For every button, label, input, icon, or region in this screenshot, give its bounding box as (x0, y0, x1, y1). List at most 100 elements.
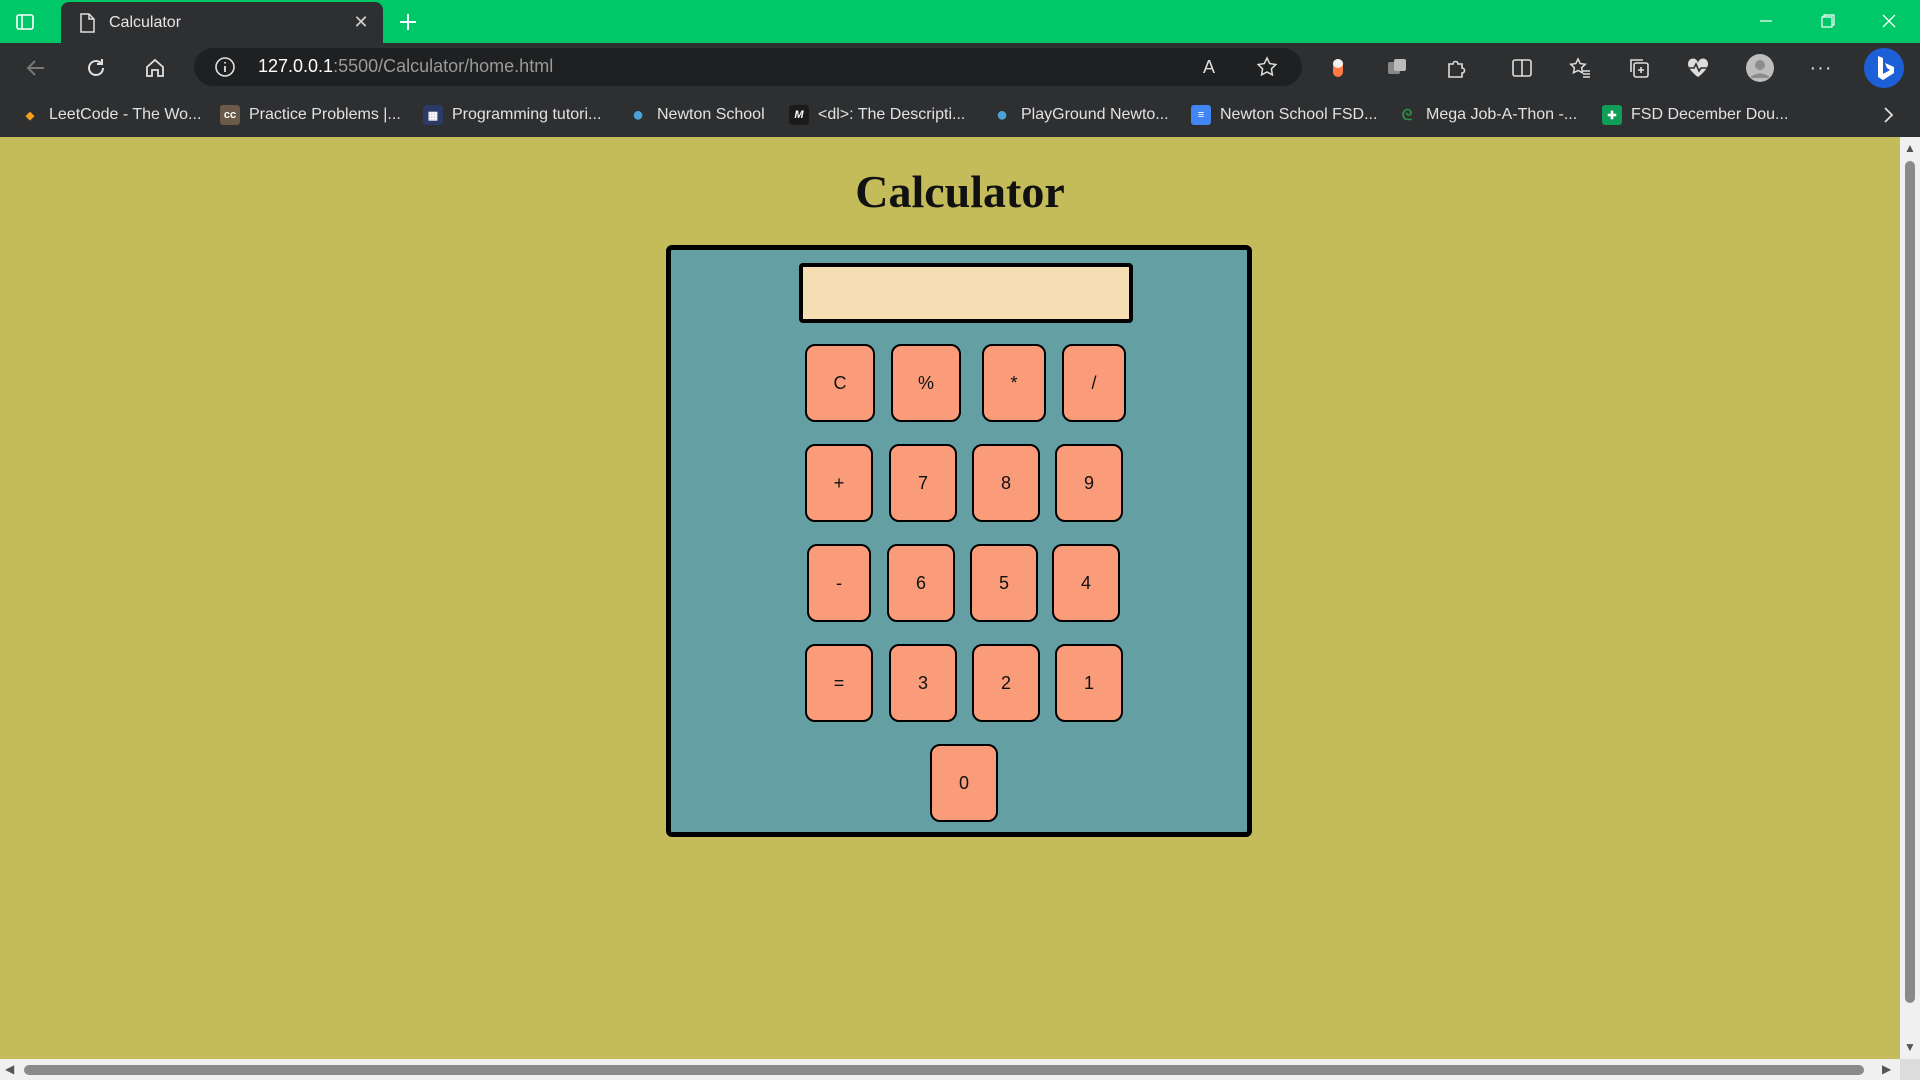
bookmark-mdn[interactable]: M <dl>: The Descripti... (789, 103, 965, 127)
bookmark-label: Mega Job-A-Thon -... (1426, 106, 1578, 123)
reload-icon (88, 59, 104, 76)
minimize-icon (1760, 20, 1772, 22)
collections-button[interactable] (1623, 52, 1655, 84)
split-screen-icon (1512, 59, 1532, 77)
key-6[interactable]: 6 (887, 544, 955, 622)
extension-translate-button[interactable] (1381, 52, 1413, 84)
sheets-icon: ✚ (1602, 105, 1622, 125)
scroll-down-icon[interactable]: ▼ (1904, 1040, 1916, 1054)
bookmark-gfg[interactable]: ᘓ Mega Job-A-Thon -... (1397, 103, 1577, 127)
bookmarks-bar: ◆ LeetCode - The Wo... cc Practice Probl… (0, 93, 1920, 137)
key-8[interactable]: 8 (972, 444, 1040, 522)
extension-capsule-button[interactable] (1322, 52, 1354, 84)
leetcode-icon: ◆ (25, 109, 35, 122)
address-bar[interactable]: 127.0.0.1:5500/Calculator/home.html A (194, 48, 1302, 86)
bookmark-label: Practice Problems |... (249, 106, 401, 123)
bookmarks-overflow-button[interactable] (1876, 103, 1900, 127)
favorites-icon (1569, 57, 1590, 78)
copilot-button[interactable] (1863, 47, 1905, 89)
chevron-right-icon (1884, 107, 1894, 123)
vertical-scrollbar[interactable]: ▲ ▼ (1900, 137, 1920, 1059)
page-icon (77, 12, 97, 33)
key-multiply[interactable]: * (982, 344, 1046, 422)
key-4[interactable]: 4 (1052, 544, 1120, 622)
key-9[interactable]: 9 (1055, 444, 1123, 522)
reload-button[interactable] (80, 52, 112, 84)
puzzle-icon (1448, 60, 1466, 78)
key-divide[interactable]: / (1062, 344, 1126, 422)
codechef-icon: cc (220, 105, 240, 125)
bookmark-label: LeetCode - The Wo... (49, 106, 202, 123)
close-window-button[interactable] (1866, 6, 1912, 36)
key-equals[interactable]: = (805, 644, 873, 722)
scroll-left-icon[interactable]: ◀ (5, 1062, 14, 1076)
favorites-button[interactable] (1564, 52, 1596, 84)
scroll-up-icon[interactable]: ▲ (1904, 141, 1916, 155)
bookmark-label: PlayGround Newto... (1021, 106, 1169, 123)
bookmark-label: Newton School FSD... (1220, 106, 1378, 123)
gfg-icon: ᘓ (1401, 106, 1413, 124)
star-icon (1256, 56, 1278, 77)
key-percent[interactable]: % (891, 344, 961, 422)
plus-icon (400, 14, 416, 30)
calculator-display[interactable] (799, 263, 1133, 323)
key-7[interactable]: 7 (889, 444, 957, 522)
heart-pulse-icon (1687, 58, 1709, 77)
key-minus[interactable]: - (807, 544, 871, 622)
browser-essentials-button[interactable] (1682, 52, 1714, 84)
url-host: 127.0.0.1 (258, 56, 334, 76)
bookmark-label: Programming tutori... (452, 106, 602, 123)
key-clear[interactable]: C (805, 344, 875, 422)
bookmark-label: FSD December Dou... (1631, 106, 1789, 123)
translate-icon (1388, 59, 1406, 74)
page-content: Calculator C % * / + 7 8 9 - 6 5 4 = 3 2… (0, 137, 1900, 1059)
bookmark-newton-school[interactable]: ● Newton School (628, 103, 765, 127)
site-info-icon[interactable] (214, 56, 236, 78)
browser-toolbar: 127.0.0.1:5500/Calculator/home.html A ··… (0, 43, 1920, 93)
extensions-button[interactable] (1440, 52, 1472, 84)
url-text[interactable]: 127.0.0.1:5500/Calculator/home.html (258, 56, 553, 77)
settings-more-button[interactable]: ··· (1805, 52, 1837, 84)
back-button[interactable] (20, 52, 52, 84)
capsule-icon (1333, 59, 1343, 77)
new-tab-button[interactable] (394, 8, 422, 36)
horizontal-scrollbar[interactable]: ◀ ▶ (0, 1059, 1920, 1080)
avatar (1746, 54, 1774, 82)
favorite-button[interactable] (1252, 52, 1282, 82)
key-0[interactable]: 0 (930, 744, 998, 822)
split-screen-button[interactable] (1506, 52, 1538, 84)
minimize-button[interactable] (1743, 6, 1789, 36)
bookmark-playground[interactable]: ● PlayGround Newto... (992, 103, 1169, 127)
docs-icon: ≡ (1191, 105, 1211, 125)
key-2[interactable]: 2 (972, 644, 1040, 722)
playground-icon: ● (995, 103, 1009, 126)
scrollbar-corner (1900, 1059, 1920, 1080)
newton-icon: ● (631, 103, 645, 126)
page-title: Calculator (855, 166, 1065, 217)
bookmark-codechef[interactable]: cc Practice Problems |... (220, 103, 401, 127)
profile-button[interactable] (1744, 52, 1776, 84)
bookmark-newton-fsd[interactable]: ≡ Newton School FSD... (1191, 103, 1377, 127)
back-arrow-icon (26, 60, 44, 76)
key-5[interactable]: 5 (970, 544, 1038, 622)
scroll-right-icon[interactable]: ▶ (1882, 1062, 1891, 1076)
browser-tab[interactable]: Calculator ✕ (61, 2, 383, 43)
read-aloud-button[interactable]: A (1194, 52, 1224, 82)
restore-button[interactable] (1805, 6, 1851, 36)
tab-actions-button[interactable] (12, 9, 38, 35)
key-3[interactable]: 3 (889, 644, 957, 722)
bookmark-programming-tutorials[interactable]: ▦ Programming tutori... (423, 103, 601, 127)
horizontal-scroll-thumb[interactable] (24, 1065, 1864, 1075)
bookmark-fsd-december[interactable]: ✚ FSD December Dou... (1602, 103, 1788, 127)
key-plus[interactable]: + (805, 444, 873, 522)
calculator-body: C % * / + 7 8 9 - 6 5 4 = 3 2 1 0 (666, 245, 1252, 837)
vertical-scroll-thumb[interactable] (1905, 161, 1915, 1003)
bookmark-label: <dl>: The Descripti... (818, 106, 966, 123)
tab-close-icon[interactable]: ✕ (349, 11, 373, 35)
key-1[interactable]: 1 (1055, 644, 1123, 722)
url-path: :5500/Calculator/home.html (333, 56, 554, 76)
more-icon: ··· (1809, 56, 1833, 79)
home-icon (146, 58, 164, 77)
home-button[interactable] (139, 52, 171, 84)
bookmark-leetcode[interactable]: ◆ LeetCode - The Wo... (20, 103, 202, 127)
